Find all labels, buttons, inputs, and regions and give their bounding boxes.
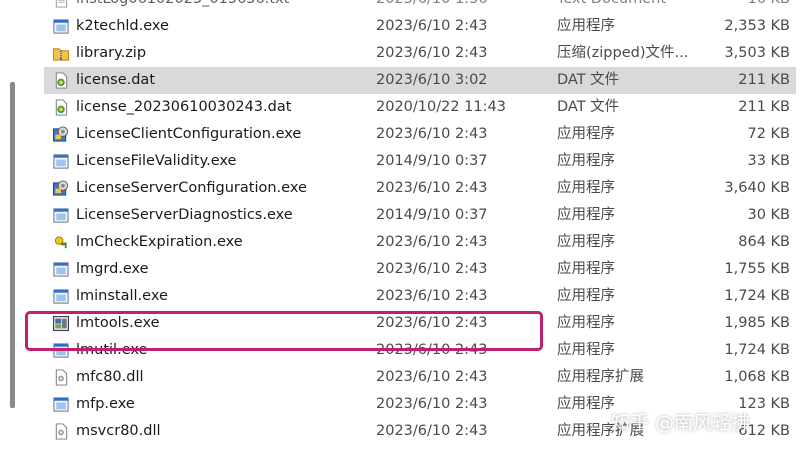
highlight-box — [25, 311, 543, 351]
file-type: 应用程序 — [557, 180, 615, 196]
file-type: 应用程序 — [557, 18, 615, 34]
exe-icon — [52, 261, 70, 278]
file-date-modified: 2014/9/10 0:37 — [376, 153, 488, 169]
file-size: 30 KB — [747, 207, 790, 223]
file-date-modified: 2014/9/10 0:37 — [376, 207, 488, 223]
file-date-modified: 2023/6/10 2:43 — [376, 369, 488, 385]
dat-file-icon — [52, 72, 70, 89]
file-type: 应用程序 — [557, 207, 615, 223]
file-type: 应用程序 — [557, 288, 615, 304]
file-date-modified: 2023/6/10 2:43 — [376, 45, 488, 61]
file-type: 应用程序 — [557, 234, 615, 250]
file-name: LicenseClientConfiguration.exe — [76, 126, 302, 142]
zip-folder-icon — [52, 45, 70, 62]
dll-file-icon — [52, 369, 70, 386]
file-row[interactable]: LicenseServerConfiguration.exe 2023/6/10 … — [44, 175, 796, 202]
file-name: license.dat — [76, 72, 155, 88]
file-name: LicenseServerConfiguration.exe — [76, 180, 307, 196]
file-row[interactable]: lminstall.exe 2023/6/10 2:43 应用程序 1,724 KB — [44, 283, 796, 310]
scrollbar-thumb[interactable] — [10, 82, 15, 408]
file-row[interactable]: license_20230610030243.dat 2020/10/22 11:… — [44, 94, 796, 121]
exe-icon — [52, 18, 70, 35]
exe-icon — [52, 207, 70, 224]
file-size: 211 KB — [738, 72, 790, 88]
file-row[interactable]: instLog06102023_015656.txt 2023/6/10 1:56… — [44, 0, 796, 13]
file-size: 2,353 KB — [724, 18, 790, 34]
file-type: 应用程序 — [557, 153, 615, 169]
file-name: lminstall.exe — [76, 288, 168, 304]
file-type: DAT 文件 — [557, 99, 620, 115]
config-exe-icon — [52, 180, 70, 197]
file-size: 1,068 KB — [724, 369, 790, 385]
file-size: 72 KB — [747, 126, 790, 142]
file-date-modified: 2023/6/10 2:43 — [376, 18, 488, 34]
file-row[interactable]: library.zip 2023/6/10 2:43 压缩(zipped)文件...… — [44, 40, 796, 67]
dat-file-icon — [52, 99, 70, 116]
file-name: mfc80.dll — [76, 369, 144, 385]
file-name: msvcr80.dll — [76, 423, 161, 439]
file-size: 1,724 KB — [724, 288, 790, 304]
navigation-pane — [0, 0, 22, 459]
file-size: 1,985 KB — [724, 315, 790, 331]
file-name: LicenseFileValidity.exe — [76, 153, 237, 169]
file-row[interactable]: LicenseFileValidity.exe 2014/9/10 0:37 应用程… — [44, 148, 796, 175]
exe-icon — [52, 396, 70, 413]
file-type: 应用程序 — [557, 261, 615, 277]
exe-icon — [52, 153, 70, 170]
file-type: 应用程序 — [557, 342, 615, 358]
file-type: Text Document — [557, 0, 692, 13]
file-row[interactable]: lmgrd.exe 2023/6/10 2:43 应用程序 1,755 KB — [44, 256, 796, 283]
file-size: 1,755 KB — [724, 261, 790, 277]
file-type: 应用程序 — [557, 126, 615, 142]
file-date-modified: 2023/6/10 2:43 — [376, 261, 488, 277]
file-size: 16 KB — [694, 0, 790, 13]
file-name: license_20230610030243.dat — [76, 99, 292, 115]
file-row[interactable]: license.dat 2023/6/10 3:02 DAT 文件 211 KB — [44, 67, 796, 94]
watermark: 知乎 @南风轻拂 — [611, 412, 751, 434]
file-type: 压缩(zipped)文件... — [557, 45, 689, 61]
file-name: lmgrd.exe — [76, 261, 149, 277]
file-type: 应用程序 — [557, 315, 615, 331]
file-name: k2techld.exe — [76, 18, 169, 34]
file-date-modified: 2023/6/10 1:56 — [376, 0, 546, 13]
file-size: 3,503 KB — [724, 45, 790, 61]
file-row[interactable]: mfc80.dll 2023/6/10 2:43 应用程序扩展 1,068 KB — [44, 364, 796, 391]
dll-file-icon — [52, 423, 70, 440]
file-name: LicenseServerDiagnostics.exe — [76, 207, 293, 223]
file-name: instLog06102023_015656.txt — [76, 0, 371, 13]
file-date-modified: 2023/6/10 2:43 — [376, 396, 488, 412]
file-name: library.zip — [76, 45, 147, 61]
file-date-modified: 2023/6/10 3:02 — [376, 72, 488, 88]
exe-icon — [52, 288, 70, 305]
file-date-modified: 2023/6/10 2:43 — [376, 180, 488, 196]
file-row[interactable]: lmCheckExpiration.exe 2023/6/10 2:43 应用程序 8… — [44, 229, 796, 256]
file-date-modified: 2023/6/10 2:43 — [376, 423, 488, 439]
key-exe-icon — [52, 234, 70, 251]
file-row[interactable]: LicenseClientConfiguration.exe 2023/6/10 … — [44, 121, 796, 148]
file-date-modified: 2020/10/22 11:43 — [376, 99, 506, 115]
file-size: 3,640 KB — [724, 180, 790, 196]
file-date-modified: 2023/6/10 2:43 — [376, 288, 488, 304]
file-row[interactable]: LicenseServerDiagnostics.exe 2014/9/10 0:… — [44, 202, 796, 229]
file-size: 864 KB — [738, 234, 790, 250]
file-size: 1,724 KB — [724, 342, 790, 358]
config-exe-icon — [52, 126, 70, 143]
file-date-modified: 2023/6/10 2:43 — [376, 126, 488, 142]
file-row[interactable]: k2techld.exe 2023/6/10 2:43 应用程序 2,353 KB — [44, 13, 796, 40]
text-file-icon — [52, 0, 70, 8]
file-name: lmCheckExpiration.exe — [76, 234, 243, 250]
file-list: instLog06102023_015656.txt 2023/6/10 1:56… — [44, 0, 803, 459]
file-date-modified: 2023/6/10 2:43 — [376, 234, 488, 250]
file-size: 33 KB — [747, 153, 790, 169]
file-type: DAT 文件 — [557, 72, 620, 88]
file-name: mfp.exe — [76, 396, 135, 412]
file-type: 应用程序扩展 — [557, 369, 644, 385]
file-size: 211 KB — [738, 99, 790, 115]
